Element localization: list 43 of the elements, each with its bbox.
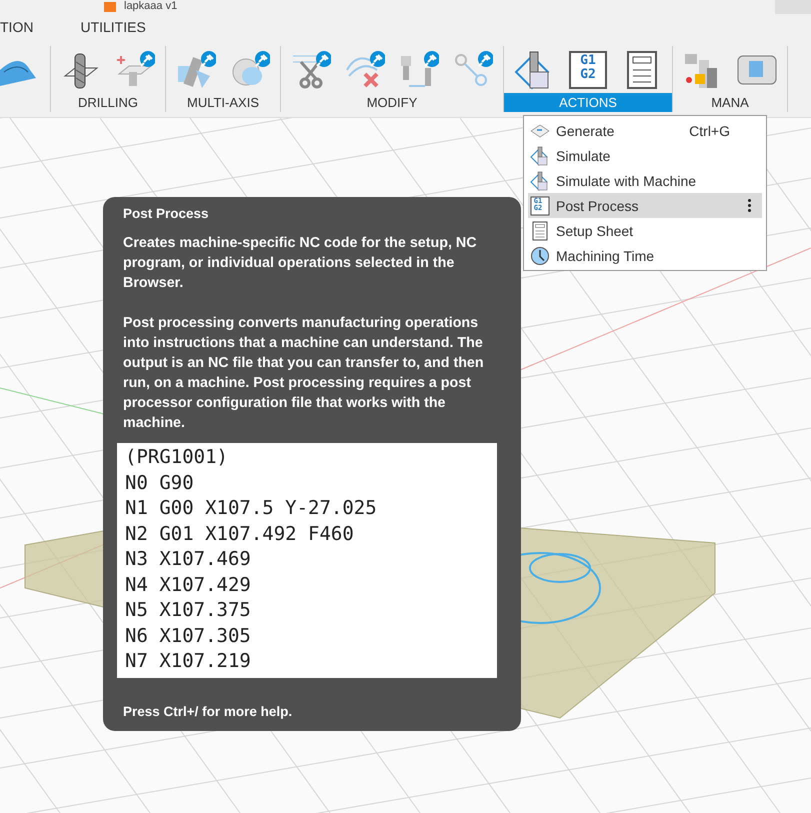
ribbon-tab[interactable]: UTILITIES — [80, 19, 146, 35]
tooltip-paragraph: Creates machine-specific NC code for the setup, NC program, or individual operations selected in the Browser. — [123, 234, 478, 293]
multi-axis-icon[interactable] — [176, 50, 216, 90]
code-line: N1 G00 X107.5 Y-27.025 — [125, 496, 378, 521]
setup-sheet-icon — [530, 220, 550, 240]
code-line: N3 X107.469 — [125, 547, 252, 572]
menu-item[interactable]: Setup Sheet — [528, 218, 762, 243]
menu-item-label: Machining Time — [556, 248, 656, 264]
more-options-icon[interactable] — [748, 199, 752, 212]
scissors-icon[interactable] — [291, 50, 331, 90]
code-line: N5 X107.375 — [125, 598, 252, 623]
code-line: N4 X107.429 — [125, 572, 252, 598]
group-dropdown[interactable]: MODIFY — [281, 93, 503, 112]
tooltip-footer: Press Ctrl+/ for more help. — [123, 704, 495, 719]
menu-item[interactable]: Generate Ctrl+G — [528, 118, 762, 143]
shortcut-text: Ctrl+G — [689, 122, 730, 138]
tool-change-icon[interactable] — [399, 50, 439, 90]
menu-item-label: Simulate with Machine — [556, 172, 698, 188]
simulate-machine-icon — [530, 146, 550, 166]
code-line: N0 G90 — [125, 470, 195, 496]
code-line: N6 X107.305 — [125, 624, 252, 648]
group-dropdown[interactable]: MANA — [673, 93, 787, 112]
ribbon-tab[interactable]: TION — [0, 19, 34, 35]
menu-item-label: Generate — [556, 122, 616, 138]
document-title: lapkaaa v1 — [124, 0, 178, 12]
delete-toolpath-icon[interactable] — [345, 50, 385, 90]
group-dropdown[interactable]: DRILLING — [51, 93, 165, 112]
code-line: N7 X107.219 — [125, 649, 252, 674]
menu-item-label: Post Process — [556, 198, 640, 214]
menu-item-label: Setup Sheet — [556, 222, 634, 238]
group-dropdown[interactable]: MULTI-AXIS — [166, 93, 280, 112]
code-line: N2 G01 X107.492 F460 — [125, 522, 355, 546]
tooltip-title: Post Process — [123, 205, 210, 223]
group-dropdown[interactable]: ACTIONS — [504, 93, 672, 112]
menu-item[interactable]: Simulate — [528, 143, 762, 168]
menu-item-label: Simulate — [556, 148, 612, 164]
g-code-icon[interactable]: G1 G2 — [568, 50, 608, 90]
simulate-machine-icon — [530, 170, 550, 190]
tooltip-paragraph: Post processing converts manufacturing operations into instructions that a machine can understand. The output is an NC file that you can transfer to, and then run, on a machine. Post processing requires a post processor configuration file that works with the machine. — [123, 314, 485, 433]
clock-icon — [530, 246, 550, 266]
code-line: (PRG1001) — [125, 445, 229, 470]
menu-item[interactable]: Simulate with Machine — [528, 168, 762, 193]
menu-item[interactable]: Machining Time — [528, 243, 762, 268]
